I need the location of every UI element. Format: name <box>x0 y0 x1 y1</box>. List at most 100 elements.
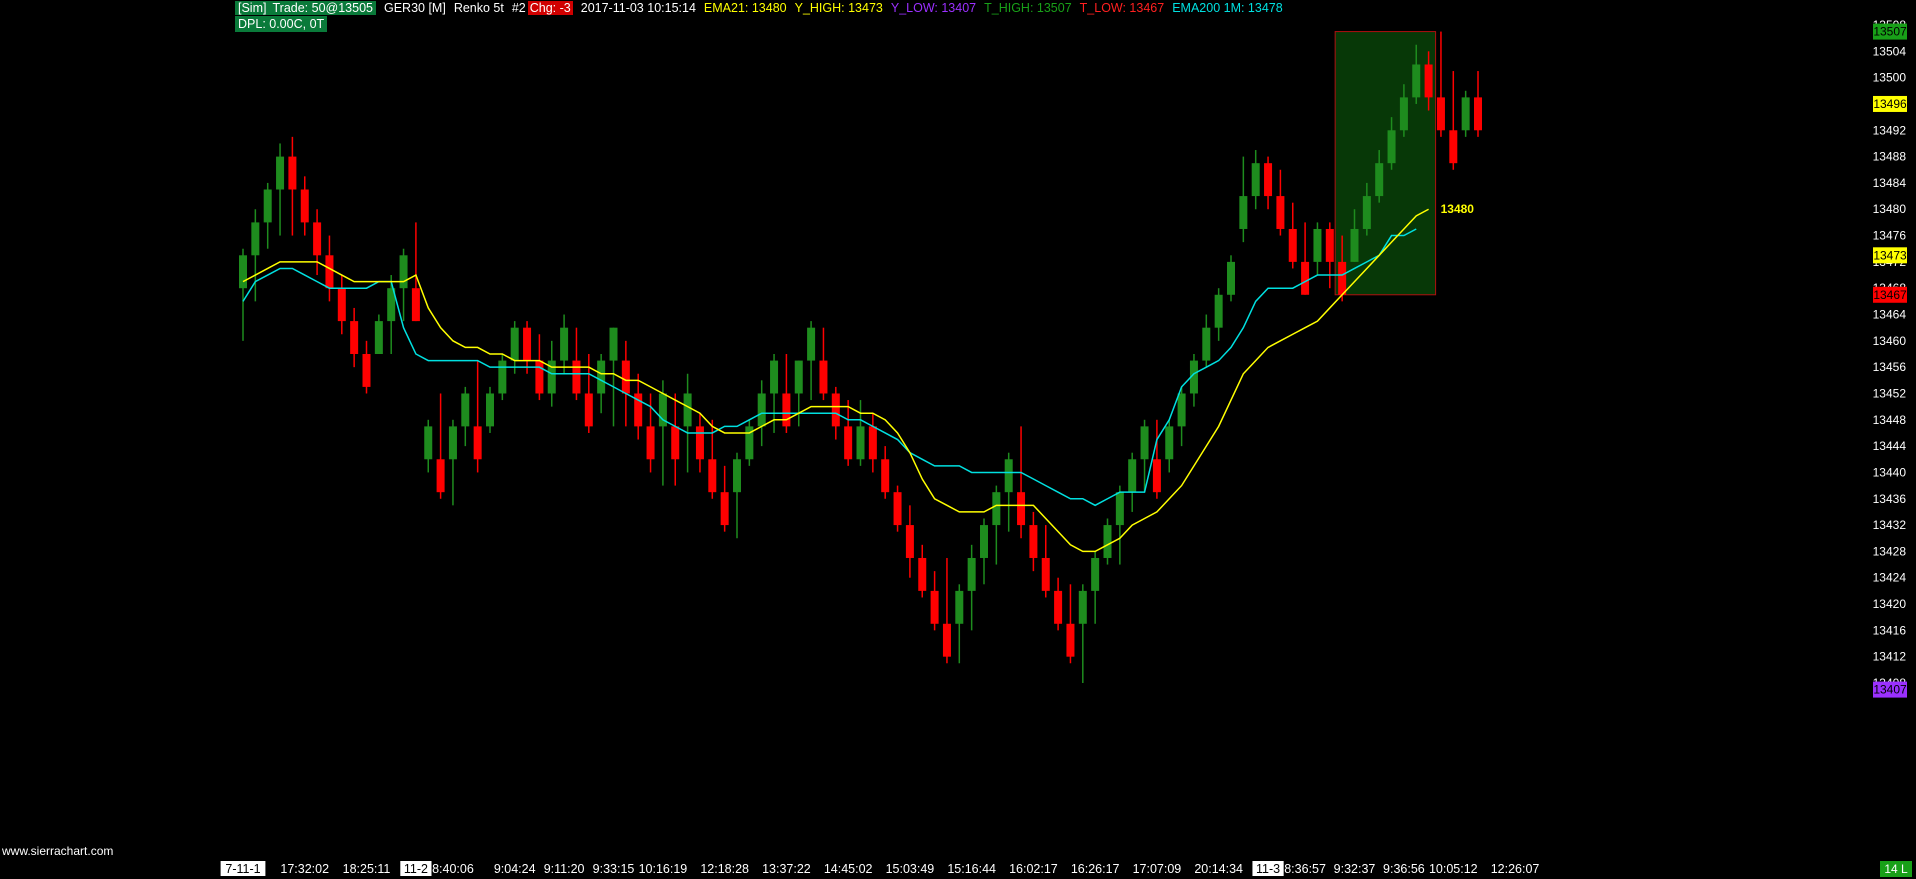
price-marker-label: 13496 <box>1873 97 1907 111</box>
price-marker-label: 13473 <box>1873 248 1907 262</box>
price-tick-label: 13460 <box>1873 334 1907 348</box>
candle-up <box>1362 196 1371 229</box>
time-tick-label: 8:40:06 <box>432 862 474 876</box>
time-tick-label: 12:18:28 <box>700 862 749 876</box>
price-tick-label: 13412 <box>1873 650 1907 664</box>
y-low-header: Y_LOW: 13407 <box>890 1 977 15</box>
timestamp-label: 2017-11-03 10:15:14 <box>580 1 696 15</box>
candle-down <box>436 459 445 493</box>
candle-down <box>782 393 791 427</box>
candle-up <box>807 327 816 361</box>
candle-up <box>1103 525 1112 558</box>
candle-up <box>856 426 865 460</box>
candle-up <box>399 255 408 289</box>
candle-down <box>1017 492 1026 526</box>
candle-down <box>584 393 593 427</box>
time-tick-label: 7-11-1 <box>225 862 260 876</box>
candle-up <box>1375 163 1384 197</box>
time-tick-label: 8:36:57 <box>1284 862 1326 876</box>
candle-up <box>1091 557 1100 591</box>
price-tick-label: 13484 <box>1873 176 1907 190</box>
candle-down <box>868 426 877 460</box>
price-tick-label: 13480 <box>1873 202 1907 216</box>
candle-down <box>942 623 951 657</box>
candle-up <box>1251 163 1260 197</box>
price-tick-label: 13432 <box>1873 518 1907 532</box>
time-tick-label: 9:36:56 <box>1383 862 1425 876</box>
ema21-line <box>242 208 1429 553</box>
candle-up <box>498 360 507 394</box>
candle-down <box>313 222 322 256</box>
candle-up <box>955 590 964 624</box>
candle-down <box>1029 525 1038 558</box>
candle-up <box>1202 327 1211 361</box>
t-high-t-low-box <box>1334 31 1437 296</box>
candle-up <box>263 189 272 223</box>
candle-up <box>597 360 606 394</box>
candle-down <box>535 360 544 394</box>
time-tick-label: 13:37:22 <box>762 862 811 876</box>
time-tick-label: 11-3 <box>1256 862 1280 876</box>
candle-up <box>461 393 470 427</box>
time-tick-label: 20:14:34 <box>1194 862 1243 876</box>
candle-up <box>1399 97 1408 131</box>
time-tick-label: 18:25:11 <box>343 862 391 876</box>
price-marker-label: 13507 <box>1873 25 1907 39</box>
candle-up <box>980 525 988 558</box>
dpl-badge: DPL: 0.00C, 0T <box>235 16 328 32</box>
chart-header: [Sim] Trade: 50@13505 GER30 [M] Renko 5t… <box>235 0 1291 16</box>
time-tick-label: 17:07:09 <box>1133 862 1182 876</box>
price-axis: 1350813504135001349613492134881348413480… <box>1873 18 1907 698</box>
candle-up <box>967 557 976 591</box>
candle-down <box>1152 459 1161 493</box>
candle-down <box>695 426 704 460</box>
candle-up <box>560 327 569 361</box>
change-badge: Chg: -3 <box>527 1 573 15</box>
candle-down <box>1325 228 1334 262</box>
candle-up <box>757 393 766 427</box>
candle-up <box>1412 64 1421 98</box>
candle-down <box>1054 590 1063 624</box>
candle-up <box>1115 492 1124 526</box>
price-marker-label: 13407 <box>1873 683 1907 697</box>
candle-up <box>251 222 260 256</box>
time-tick-label: 15:16:44 <box>947 862 996 876</box>
time-tick-label: 9:32:37 <box>1334 862 1376 876</box>
t-low-header: T_LOW: 13467 <box>1079 1 1165 15</box>
time-tick-label: 10:16:19 <box>639 862 688 876</box>
candle-down <box>411 288 420 322</box>
price-tick-label: 13492 <box>1873 123 1907 137</box>
candle-up <box>510 327 519 361</box>
candle-up <box>374 321 383 354</box>
price-tick-label: 13436 <box>1873 492 1907 506</box>
sim-badge[interactable]: [Sim] <box>235 1 270 15</box>
candle-down <box>905 525 914 558</box>
ema21-value-label: 13480 <box>1441 202 1475 216</box>
candle-down <box>1449 130 1458 164</box>
price-tick-label: 13456 <box>1873 360 1907 374</box>
candle-down <box>844 426 853 460</box>
candle-up <box>1214 294 1223 328</box>
price-tick-label: 13448 <box>1873 413 1907 427</box>
candle-down <box>671 426 680 460</box>
renko-chart[interactable]: 1350813504135001349613492134881348413480… <box>0 0 1916 879</box>
corner-label: 14 L <box>1884 862 1908 876</box>
time-tick-label: 14:45:02 <box>824 862 873 876</box>
time-tick-label: 16:26:17 <box>1071 862 1120 876</box>
candle-up <box>733 459 741 493</box>
candle-down <box>708 459 717 493</box>
candle-down <box>473 426 482 460</box>
candle-up <box>1004 459 1013 493</box>
price-tick-label: 13500 <box>1873 71 1907 85</box>
candle-down <box>1264 163 1273 197</box>
candle-up <box>1128 459 1137 493</box>
time-axis: 7-11-1 17:32:02 18:25:11 11-2 8:40:06 9:04:24… <box>220 861 1912 877</box>
watermark: www.sierrachart.com <box>2 844 114 858</box>
candle-down <box>288 156 297 190</box>
price-tick-label: 13504 <box>1873 44 1907 58</box>
candle-down <box>1436 97 1445 131</box>
candle-up <box>1239 196 1248 229</box>
candle-up <box>276 156 285 190</box>
candle-down <box>350 321 359 354</box>
price-marker-label: 13467 <box>1873 288 1907 302</box>
